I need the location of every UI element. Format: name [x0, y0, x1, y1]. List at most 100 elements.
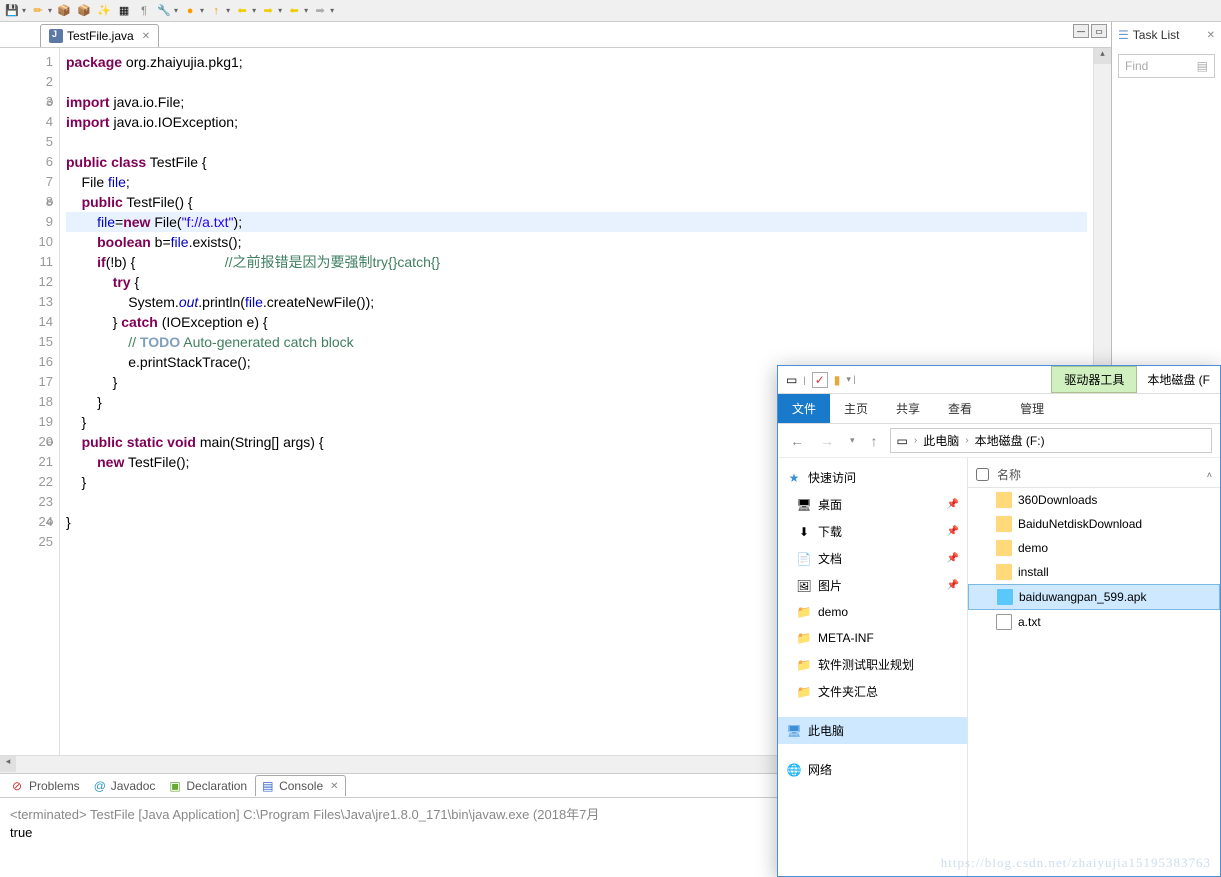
network-icon: 🌐	[786, 762, 802, 778]
folder-icon	[996, 516, 1012, 532]
nav-item[interactable]: 🖼图片📌	[778, 572, 967, 599]
column-header[interactable]: 名称 ˄	[968, 462, 1220, 488]
address-bar[interactable]: ▭ › 此电脑 › 本地磁盘 (F:)	[890, 428, 1212, 453]
folder-icon: ⬇	[796, 524, 812, 540]
ribbon-tab-share[interactable]: 共享	[882, 394, 934, 423]
back-button[interactable]: ←	[786, 433, 808, 449]
task-list-title: Task List	[1133, 28, 1180, 42]
task-find-input[interactable]: Find ▤	[1118, 54, 1215, 78]
java-file-icon	[49, 29, 63, 43]
drive-icon: ▭	[897, 434, 908, 448]
tab-close-icon[interactable]: ✕	[142, 31, 150, 42]
select-all-checkbox[interactable]	[976, 468, 989, 481]
nav-this-pc[interactable]: 🖥 此电脑	[778, 717, 967, 744]
nav-fwd-icon[interactable]: ➡	[312, 3, 328, 19]
list-item[interactable]: demo	[968, 536, 1220, 560]
pkg-icon[interactable]: 📦	[76, 3, 92, 19]
pc-icon: 🖥	[786, 723, 802, 739]
minimize-icon[interactable]: —	[1073, 24, 1089, 38]
up-button[interactable]: ↑	[867, 433, 882, 449]
apk-icon	[997, 589, 1013, 605]
folder-icon: 🖼	[796, 578, 812, 594]
nav-pane: ★ 快速访问 🖥桌面📌⬇下载📌📄文档📌🖼图片📌📁demo📁META-INF📁软件…	[778, 458, 968, 876]
nav-item[interactable]: ⬇下载📌	[778, 518, 967, 545]
forward-button[interactable]: →	[816, 433, 838, 449]
box-icon[interactable]: 📦	[56, 3, 72, 19]
dot-icon[interactable]: ●	[182, 3, 198, 19]
up-icon[interactable]: ↑	[208, 3, 224, 19]
list-item[interactable]: BaiduNetdiskDownload	[968, 512, 1220, 536]
tab-console[interactable]: ▤ Console ✕	[255, 775, 345, 796]
editor-tab-bar: TestFile.java ✕ — ▭	[0, 22, 1111, 48]
ribbon-tab-manage[interactable]: 管理	[1006, 394, 1058, 423]
tab-javadoc[interactable]: @ Javadoc	[88, 776, 162, 796]
back-icon[interactable]: ⬅	[234, 3, 250, 19]
ribbon-tabs: 文件 主页 共享 查看 管理	[778, 394, 1220, 424]
tab-label: TestFile.java	[67, 29, 134, 43]
grid-icon[interactable]: ▦	[116, 3, 132, 19]
breadcrumb-drive[interactable]: 本地磁盘 (F:)	[975, 432, 1045, 449]
tab-declaration[interactable]: ▣ Declaration	[163, 776, 253, 796]
task-list-icon: ☰	[1118, 28, 1129, 42]
javadoc-icon: @	[94, 779, 108, 793]
folder-icon: 📁	[796, 604, 812, 620]
ribbon-tab-home[interactable]: 主页	[830, 394, 882, 423]
explorer-titlebar[interactable]: ▭ | ✓ ▮ ▾ | 驱动器工具 本地磁盘 (F	[778, 366, 1220, 394]
folder-icon: ▮	[834, 373, 841, 387]
nav-item[interactable]: 🖥桌面📌	[778, 491, 967, 518]
nav-item[interactable]: 📁demo	[778, 599, 967, 625]
nav-item[interactable]: 📁软件测试职业规划	[778, 651, 967, 678]
magic-icon[interactable]: ✨	[96, 3, 112, 19]
folder-icon	[996, 540, 1012, 556]
pencil-icon[interactable]: ✏	[30, 3, 46, 19]
tab-problems[interactable]: ⊘ Problems	[6, 776, 86, 796]
pin-icon: 📌	[947, 553, 959, 564]
folder-icon: 📁	[796, 684, 812, 700]
ribbon-tab-file[interactable]: 文件	[778, 394, 830, 423]
checkbox-icon[interactable]: ✓	[812, 372, 828, 388]
save-icon[interactable]: 💾	[4, 3, 20, 19]
ribbon-tab-view[interactable]: 查看	[934, 394, 986, 423]
star-icon: ★	[786, 470, 802, 486]
drive-tools-tab[interactable]: 驱动器工具	[1051, 366, 1137, 393]
address-bar-row: ← → ▾ ↑ ▭ › 此电脑 › 本地磁盘 (F:)	[778, 424, 1220, 458]
list-item[interactable]: install	[968, 560, 1220, 584]
pin-icon: 📌	[947, 499, 959, 510]
nav-item[interactable]: 📄文档📌	[778, 545, 967, 572]
list-item[interactable]: a.txt	[968, 610, 1220, 634]
pilcrow-icon[interactable]: ¶	[136, 3, 152, 19]
breadcrumb-thispc[interactable]: 此电脑	[923, 432, 959, 449]
recent-dropdown-icon[interactable]: ▾	[846, 435, 859, 446]
tab-testfile[interactable]: TestFile.java ✕	[40, 24, 159, 47]
nav-back-icon[interactable]: ⬅	[286, 3, 302, 19]
maximize-icon[interactable]: ▭	[1091, 24, 1107, 38]
problems-icon: ⊘	[12, 779, 26, 793]
tab-close-icon[interactable]: ✕	[330, 781, 338, 792]
folder-icon: 📁	[796, 630, 812, 646]
pin-icon: 📌	[947, 526, 959, 537]
nav-item[interactable]: 📁META-INF	[778, 625, 967, 651]
pin-icon: 📌	[947, 580, 959, 591]
window-title: 本地磁盘 (F	[1137, 367, 1220, 392]
nav-network[interactable]: 🌐 网络	[778, 756, 967, 783]
scroll-up-icon[interactable]: ▴	[1094, 48, 1111, 64]
file-icon	[996, 614, 1012, 630]
wand-icon[interactable]: 🔧	[156, 3, 172, 19]
nav-item[interactable]: 📁文件夹汇总	[778, 678, 967, 705]
list-item[interactable]: baiduwangpan_599.apk	[968, 584, 1220, 610]
filter-icon[interactable]: ▤	[1197, 59, 1208, 73]
folder-icon: 🖥	[796, 497, 812, 513]
close-icon[interactable]: ✕	[1207, 30, 1215, 41]
drive-icon: ▭	[786, 373, 797, 387]
console-icon: ▤	[262, 779, 276, 793]
quick-access[interactable]: ★ 快速访问	[778, 464, 967, 491]
fwd-icon[interactable]: ➡	[260, 3, 276, 19]
watermark: https://blog.csdn.net/zhaiyujia151953837…	[941, 855, 1211, 871]
scroll-left-icon[interactable]: ◂	[0, 756, 16, 772]
file-explorer-window: ▭ | ✓ ▮ ▾ | 驱动器工具 本地磁盘 (F 文件 主页 共享 查看 管理…	[777, 365, 1221, 877]
list-item[interactable]: 360Downloads	[968, 488, 1220, 512]
folder-icon	[996, 564, 1012, 580]
folder-icon: 📁	[796, 657, 812, 673]
file-list: 名称 ˄ 360DownloadsBaiduNetdiskDownloaddem…	[968, 458, 1220, 876]
line-gutter: 123⊖45678⊖91011121314151617181920⊖212223…	[0, 48, 60, 755]
